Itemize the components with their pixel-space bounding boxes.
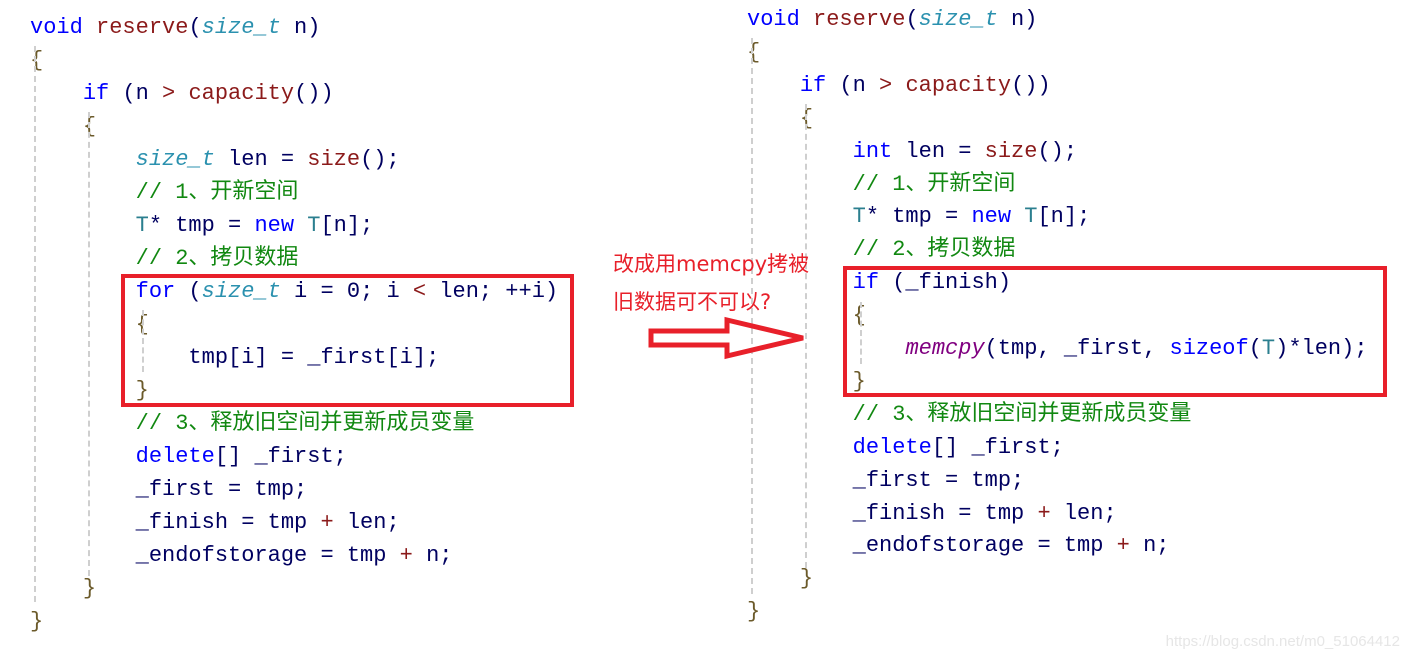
code-token: _finish = tmp: [747, 500, 1038, 526]
code-token: [n];: [1037, 204, 1091, 230]
code-token: T: [1024, 204, 1038, 230]
code-token: +: [1037, 500, 1051, 526]
highlight-box-for-loop: [121, 274, 574, 407]
highlight-box-memcpy: [843, 266, 1387, 397]
code-line: }: [747, 597, 760, 627]
code-token: (: [905, 7, 919, 32]
annotation-line-2: 旧数据可不可以?: [613, 290, 772, 314]
code-token: T: [852, 204, 866, 230]
code-token: delete: [852, 434, 932, 460]
code-line: if (n > capacity()): [747, 71, 1051, 101]
code-line: }: [747, 564, 813, 594]
code-token: +: [1116, 533, 1130, 559]
code-token: // 2、拷贝数据: [852, 237, 1016, 263]
code-token: capacity: [905, 72, 1012, 98]
code-token: }: [747, 599, 761, 625]
code-line: delete[] _first;: [747, 433, 1064, 463]
code-token: _endofstorage = tmp: [747, 533, 1117, 559]
code-token: int: [852, 138, 893, 164]
code-token: // 3、释放旧空间并更新成员变量: [852, 401, 1192, 427]
code-line: _finish = tmp + len;: [747, 499, 1117, 529]
code-token: reserve: [813, 7, 906, 32]
code-token: void: [747, 7, 814, 32]
indent-guide: [34, 46, 36, 602]
code-line: // 3、释放旧空间并更新成员变量: [747, 400, 1192, 430]
code-token: n): [997, 7, 1038, 32]
code-token: new: [971, 204, 1012, 230]
code-line: int len = size();: [747, 137, 1077, 167]
code-token: size_t: [918, 7, 998, 32]
code-token: * tmp =: [865, 204, 972, 230]
code-token: len;: [1050, 500, 1117, 526]
code-token: n;: [1129, 533, 1170, 559]
code-token: (n: [826, 72, 880, 98]
code-line: T* tmp = new T[n];: [747, 202, 1091, 232]
code-token: _first = tmp;: [747, 467, 1025, 493]
code-token: ()): [1011, 72, 1051, 98]
arrow-right-icon: [648, 316, 804, 360]
code-token: // 1、开新空间: [852, 171, 1016, 197]
code-token: >: [879, 72, 893, 98]
annotation-line-1: 改成用memcpy拷被: [613, 252, 810, 276]
code-line: _first = tmp;: [747, 466, 1025, 496]
indent-guide: [88, 112, 90, 576]
code-token: {: [747, 39, 761, 65]
code-line: {: [747, 38, 760, 68]
code-line: void reserve(size_t n): [747, 5, 1037, 35]
code-token: size: [984, 138, 1038, 164]
code-token: len =: [892, 138, 985, 164]
code-line: {: [747, 104, 813, 134]
watermark: https://blog.csdn.net/m0_51064412: [1165, 633, 1400, 650]
code-token: ();: [1037, 138, 1078, 164]
code-line: _endofstorage = tmp + n;: [747, 531, 1170, 561]
code-token: if: [799, 72, 827, 98]
code-token: }: [799, 566, 814, 592]
code-line: // 1、开新空间: [747, 170, 1016, 200]
code-token: [] _first;: [931, 434, 1064, 460]
